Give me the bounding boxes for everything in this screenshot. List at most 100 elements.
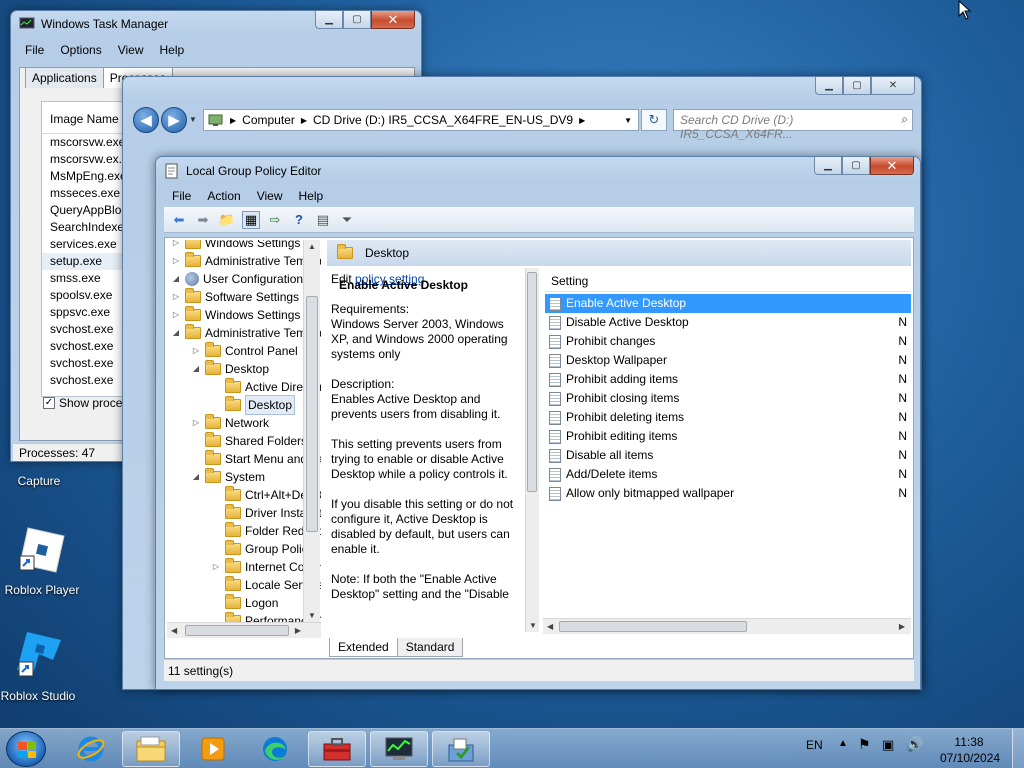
list-hscroll-thumb[interactable] (559, 621, 747, 632)
tree-item[interactable]: ▷ Control Panel (191, 342, 298, 360)
tab-extended[interactable]: Extended (329, 638, 398, 657)
process-row[interactable]: services.exe (42, 236, 130, 253)
scroll-down-icon[interactable]: ▼ (529, 621, 537, 630)
tree-collapsed-icon[interactable]: ▷ (211, 558, 221, 576)
action-center-flag-icon[interactable]: ⚑ (858, 736, 871, 753)
process-row[interactable]: svchost.exe (42, 355, 130, 372)
settings-list[interactable]: Setting Enable Active Desktop Disable Act… (545, 270, 911, 658)
menu-view[interactable]: View (110, 41, 152, 59)
tree-scroll-thumb[interactable] (306, 296, 318, 532)
column-image-name[interactable]: Image Name (42, 102, 130, 134)
process-row[interactable]: svchost.exe (42, 321, 130, 338)
setting-row[interactable]: Desktop Wallpaper N (545, 351, 911, 370)
close-button[interactable]: ✕ (870, 157, 914, 175)
scroll-right-icon[interactable]: ▶ (899, 622, 905, 631)
show-hidden-icons[interactable]: ▲ (838, 738, 848, 749)
help-icon[interactable]: ? (290, 211, 308, 229)
group-policy-editor-window[interactable]: Local Group Policy Editor ▁ ▢ ✕ File Act… (155, 156, 921, 690)
back-arrow-icon[interactable]: ⬅ (170, 211, 188, 229)
tree-item[interactable]: ▷ Windows Settings (171, 240, 300, 252)
tree-horizontal-scrollbar[interactable]: ◀ ▶ (167, 622, 321, 638)
tree-expanded-icon[interactable]: ◢ (191, 360, 201, 378)
tree-item[interactable]: ▷ Windows Settings (171, 306, 300, 324)
tree-expanded-icon[interactable]: ◢ (171, 324, 181, 342)
setting-row[interactable]: Prohibit editing items N (545, 427, 911, 446)
network-icon[interactable]: ▣ (882, 737, 894, 753)
tree-item[interactable]: ▷ Software Settings (171, 288, 299, 306)
scroll-up-icon[interactable]: ▲ (308, 242, 316, 251)
setting-row[interactable]: Prohibit adding items N (545, 370, 911, 389)
show-desktop-button[interactable] (1012, 729, 1024, 768)
properties-icon[interactable]: ▤ (314, 211, 332, 229)
forward-button[interactable]: ▶ (161, 107, 187, 133)
tree-collapsed-icon[interactable]: ▷ (191, 342, 201, 360)
tree-collapsed-icon[interactable]: ▷ (171, 240, 181, 252)
tree-expanded-icon[interactable]: ◢ (171, 270, 181, 288)
process-row[interactable]: SearchIndexe... (42, 219, 130, 236)
setting-row[interactable]: Disable all items N (545, 446, 911, 465)
process-row[interactable]: setup.exe (42, 253, 130, 270)
minimize-button[interactable]: ▁ (815, 77, 843, 95)
taskbar-group-policy-editor[interactable] (432, 731, 490, 767)
taskbar-explorer[interactable] (122, 731, 180, 767)
minimize-button[interactable]: ▁ (315, 11, 343, 29)
show-hide-tree-icon[interactable]: ▦ (242, 210, 260, 229)
process-row[interactable]: smss.exe (42, 270, 130, 287)
setting-row[interactable]: Prohibit deleting items N (545, 408, 911, 427)
scroll-left-icon[interactable]: ◀ (171, 626, 177, 635)
back-button[interactable]: ◀ (133, 107, 159, 133)
scroll-left-icon[interactable]: ◀ (547, 622, 553, 631)
setting-row[interactable]: Enable Active Desktop (545, 294, 911, 313)
process-row[interactable]: sppsvc.exe (42, 304, 130, 321)
setting-row[interactable]: Prohibit closing items N (545, 389, 911, 408)
desktop-icon-roblox-player[interactable]: Roblox Player (0, 526, 84, 597)
process-row[interactable]: QueryAppBloc... (42, 202, 130, 219)
tree-collapsed-icon[interactable]: ▷ (171, 306, 181, 324)
menu-help[interactable]: Help (291, 187, 332, 205)
show-process-checkbox[interactable]: ✓ (43, 397, 55, 409)
process-row[interactable]: MsMpEng.exe (42, 168, 130, 185)
taskbar-media-player[interactable] (184, 731, 242, 767)
maximize-button[interactable]: ▢ (842, 157, 870, 175)
scroll-down-icon[interactable]: ▼ (308, 611, 316, 620)
address-dropdown-icon[interactable]: ▼ (624, 116, 632, 125)
tree-item[interactable]: Logon (211, 594, 278, 612)
taskbar-toolbox-app[interactable] (308, 731, 366, 767)
description-scroll-thumb[interactable] (527, 272, 537, 492)
tree-vertical-scrollbar[interactable]: ▲ ▼ (303, 240, 320, 622)
process-row[interactable]: msseces.exe (42, 185, 130, 202)
tree-item[interactable]: Group Policy (211, 540, 314, 558)
tree-expanded-icon[interactable]: ◢ (191, 468, 201, 486)
setting-row[interactable]: Add/Delete items N (545, 465, 911, 484)
tree-collapsed-icon[interactable]: ▷ (171, 252, 181, 270)
tree-item[interactable]: Shared Folders (191, 432, 307, 450)
taskbar-internet-explorer[interactable] (62, 731, 120, 767)
tree-hscroll-thumb[interactable] (185, 625, 289, 636)
setting-row[interactable]: Disable Active Desktop N (545, 313, 911, 332)
menu-file[interactable]: File (17, 41, 52, 59)
tab-standard[interactable]: Standard (396, 638, 464, 657)
menu-action[interactable]: Action (199, 187, 248, 205)
process-row[interactable]: mscorsvw.ex... (42, 151, 130, 168)
filter-icon[interactable]: ⏷ (338, 211, 356, 229)
menu-help[interactable]: Help (152, 41, 193, 59)
column-setting[interactable]: Setting (545, 270, 911, 292)
tree-item[interactable]: ▷Administrative Templates (171, 252, 321, 270)
process-row[interactable]: spoolsv.exe (42, 287, 130, 304)
list-horizontal-scrollbar[interactable]: ◀ ▶ (543, 618, 911, 634)
menu-options[interactable]: Options (52, 41, 109, 59)
menu-view[interactable]: View (249, 187, 291, 205)
menu-file[interactable]: File (164, 187, 199, 205)
maximize-button[interactable]: ▢ (343, 11, 371, 29)
tree-item[interactable]: ▷ Network (191, 414, 269, 432)
forward-arrow-icon[interactable]: ➡ (194, 211, 212, 229)
policy-tree[interactable]: ▷ Windows Settings ▷Administrative Templat… (167, 240, 321, 638)
tree-collapsed-icon[interactable]: ▷ (171, 288, 181, 306)
tree-item[interactable]: ◢ Desktop (191, 360, 269, 378)
refresh-button[interactable]: ↻ (641, 109, 667, 131)
tree-collapsed-icon[interactable]: ▷ (191, 414, 201, 432)
close-button[interactable]: ✕ (871, 77, 915, 95)
process-row[interactable]: svchost.exe (42, 338, 130, 355)
process-row[interactable]: mscorsvw.exe (42, 134, 130, 151)
setting-row[interactable]: Allow only bitmapped wallpaper N (545, 484, 911, 503)
